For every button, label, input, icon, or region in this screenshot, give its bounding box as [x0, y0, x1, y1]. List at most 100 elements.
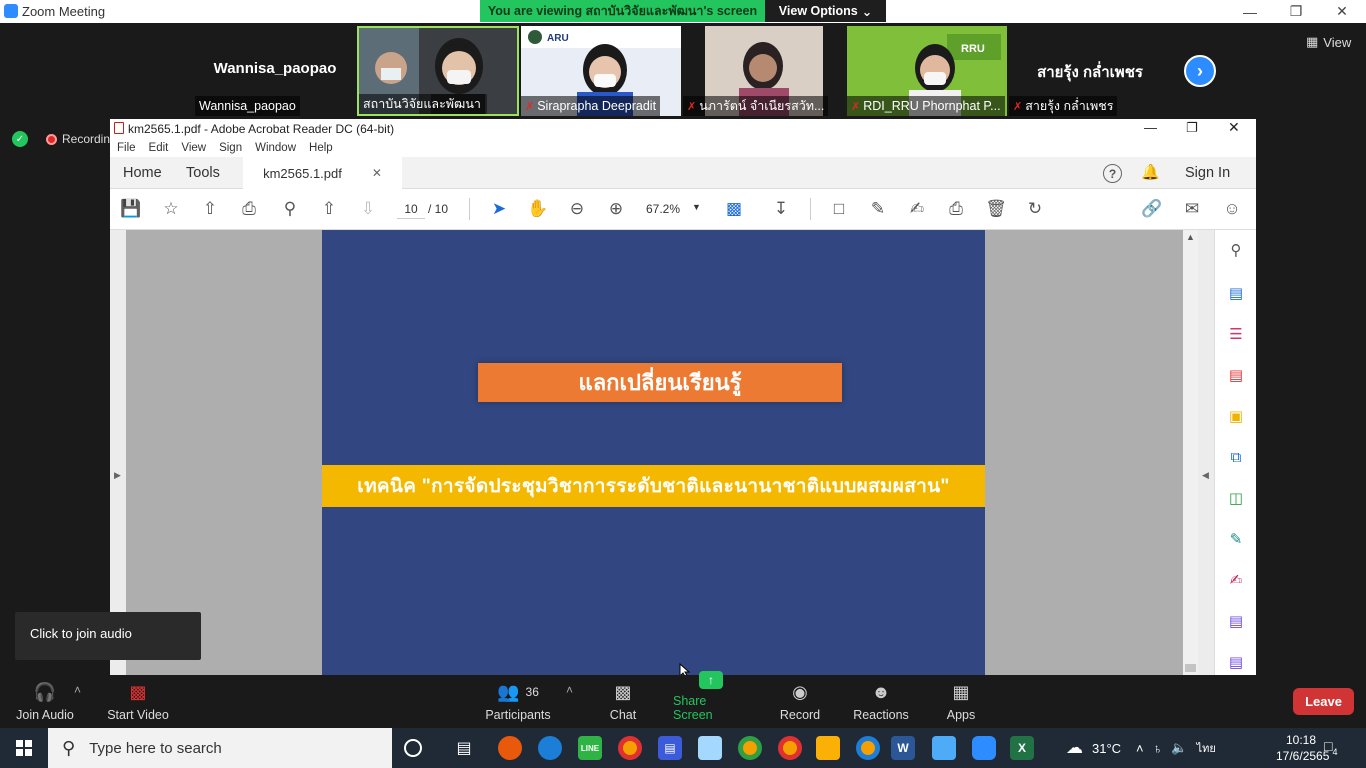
- audio-options-chevron-icon[interactable]: ˄: [74, 683, 81, 697]
- join-audio-button[interactable]: 🎧 Join Audio: [14, 675, 76, 728]
- participant-tile[interactable]: สถาบันวิจัยและพัฒนา: [357, 26, 519, 116]
- scroll-mode-icon[interactable]: ↧: [769, 197, 793, 221]
- comment-panel-icon[interactable]: ▣: [1226, 406, 1246, 426]
- taskbar-search-box[interactable]: ⚲ Type here to search: [48, 728, 392, 768]
- document-icon[interactable]: ▤: [1226, 611, 1246, 631]
- share-screen-button[interactable]: ↑ Share Screen: [673, 671, 749, 728]
- select-cursor-icon[interactable]: ➤: [487, 197, 511, 221]
- vertical-scrollbar[interactable]: ▲: [1183, 230, 1198, 675]
- bell-icon[interactable]: 🔔: [1141, 163, 1160, 181]
- cortana-icon[interactable]: [404, 739, 422, 757]
- zoom-out-icon[interactable]: ⊖: [565, 197, 589, 221]
- scroll-up-icon[interactable]: ▲: [1186, 232, 1195, 242]
- notification-icon[interactable]: □4: [1324, 738, 1337, 757]
- tray-chevron-icon[interactable]: ˄: [1136, 741, 1144, 756]
- store-icon[interactable]: ▤: [658, 736, 682, 760]
- draw-icon[interactable]: ✍: [905, 197, 929, 221]
- weather-temp[interactable]: 31°C: [1092, 741, 1121, 756]
- excel-icon[interactable]: X: [1010, 736, 1034, 760]
- restore-button[interactable]: ❐: [1273, 0, 1319, 23]
- file-explorer-icon[interactable]: [816, 736, 840, 760]
- share-user-icon[interactable]: ☺: [1220, 197, 1244, 221]
- page-down-icon[interactable]: ⇩: [356, 197, 380, 221]
- clock[interactable]: 10:18 17/6/2565: [1276, 732, 1329, 764]
- stamp-icon[interactable]: ⎙: [944, 197, 968, 221]
- menu-help[interactable]: Help: [309, 142, 333, 154]
- firefox-icon[interactable]: [498, 736, 522, 760]
- view-button[interactable]: ▦ View: [1306, 34, 1351, 50]
- delete-icon[interactable]: 🗑: [984, 197, 1008, 221]
- left-panel-rail[interactable]: ▶: [110, 230, 126, 675]
- right-panel-rail[interactable]: ◀: [1198, 230, 1214, 675]
- upload-icon[interactable]: ⇧: [198, 197, 222, 221]
- sign-pen-icon[interactable]: ✍: [1226, 570, 1246, 590]
- restore-button[interactable]: ❐: [1186, 120, 1198, 136]
- chat-button[interactable]: ▩ Chat: [605, 675, 641, 728]
- word-icon[interactable]: W: [891, 736, 915, 760]
- zoom-app-icon[interactable]: [972, 736, 996, 760]
- security-shield-icon[interactable]: ✓: [12, 131, 28, 147]
- create-pdf-icon[interactable]: ▤: [1226, 365, 1246, 385]
- line-app-icon[interactable]: LINE: [578, 736, 602, 760]
- chrome-profile-icon[interactable]: [778, 736, 802, 760]
- join-audio-tooltip[interactable]: Click to join audio: [15, 612, 201, 660]
- page-number-input[interactable]: 10: [397, 199, 425, 219]
- more-tools-icon[interactable]: ▤: [1226, 652, 1246, 672]
- participants-chevron-icon[interactable]: ˄: [566, 683, 573, 697]
- zoom-in-icon[interactable]: ⊕: [604, 197, 628, 221]
- print-icon[interactable]: ⎙: [237, 197, 261, 221]
- minimize-button[interactable]: —: [1227, 0, 1273, 23]
- chrome-profile-icon[interactable]: [856, 736, 880, 760]
- recording-indicator[interactable]: Recordin: [46, 132, 110, 146]
- help-icon[interactable]: ?: [1103, 164, 1122, 183]
- fill-sign-icon[interactable]: ✎: [1226, 529, 1246, 549]
- participant-tile[interactable]: RRU ✗ RDI_RRU Phornphat P...: [847, 26, 1007, 116]
- notes-app-icon[interactable]: [698, 736, 722, 760]
- fit-page-icon[interactable]: ▩: [722, 197, 746, 221]
- menu-file[interactable]: File: [117, 142, 136, 154]
- tab-tools[interactable]: Tools: [186, 157, 220, 189]
- start-video-button[interactable]: ▩ Start Video: [104, 675, 172, 728]
- organize-pages-icon[interactable]: ☰: [1226, 324, 1246, 344]
- highlight-pen-icon[interactable]: ✎: [866, 197, 890, 221]
- language-indicator[interactable]: ไทย: [1197, 739, 1216, 757]
- scroll-thumb[interactable]: [1185, 664, 1196, 672]
- document-area[interactable]: ▶ แลกเปลี่ยนเรียนรู้ เทคนิค "การจัดประชุ…: [110, 230, 1214, 675]
- link-icon[interactable]: 🔗: [1140, 197, 1164, 221]
- volume-icon[interactable]: 🔈: [1171, 740, 1187, 756]
- collapse-right-icon[interactable]: ◀: [1202, 470, 1209, 481]
- find-icon[interactable]: ⚲: [278, 197, 302, 221]
- menu-window[interactable]: Window: [255, 142, 296, 154]
- chrome-profile-icon[interactable]: [738, 736, 762, 760]
- menu-sign[interactable]: Sign: [219, 142, 242, 154]
- export-pdf-icon[interactable]: ▤: [1226, 283, 1246, 303]
- view-options-button[interactable]: View Options ⌄: [765, 0, 886, 22]
- bookmark-star-icon[interactable]: ☆: [159, 197, 183, 221]
- rotate-icon[interactable]: ↻: [1023, 197, 1047, 221]
- apps-button[interactable]: ▦ Apps: [944, 675, 978, 728]
- close-button[interactable]: ✕: [1228, 119, 1240, 136]
- participant-tile[interactable]: Wannisa_paopao Wannisa_paopao: [195, 26, 355, 116]
- close-tab-icon[interactable]: ✕: [372, 166, 382, 180]
- participant-tile[interactable]: ARU ✗ Siraprapha Deepradit: [521, 26, 681, 116]
- participant-tile[interactable]: สายรุ้ง กล่ำเพชร ✗ สายรุ้ง กล่ำเพชร: [1009, 26, 1171, 116]
- combine-files-icon[interactable]: ⧉: [1226, 447, 1246, 467]
- sign-in-button[interactable]: Sign In: [1185, 165, 1230, 181]
- network-icon[interactable]: ♄: [1153, 741, 1163, 756]
- close-button[interactable]: ✕: [1319, 0, 1365, 23]
- start-button[interactable]: [0, 728, 48, 768]
- next-participants-button[interactable]: ›: [1184, 55, 1216, 87]
- chrome-icon[interactable]: [618, 736, 642, 760]
- task-view-icon[interactable]: ▤: [452, 736, 476, 760]
- hand-tool-icon[interactable]: ✋: [526, 197, 550, 221]
- minimize-button[interactable]: —: [1144, 120, 1157, 135]
- participant-tile[interactable]: ✗ นภารัตน์ จำเนียรสวัท...: [683, 26, 845, 116]
- record-button[interactable]: ◉ Record: [778, 675, 822, 728]
- save-icon[interactable]: 💾: [119, 197, 143, 221]
- photos-icon[interactable]: [932, 736, 956, 760]
- cloudy-weather-icon[interactable]: ☁: [1066, 738, 1083, 758]
- tab-document[interactable]: km2565.1.pdf ✕: [243, 157, 402, 189]
- tab-home[interactable]: Home: [123, 157, 162, 189]
- reactions-button[interactable]: ☻ Reactions: [852, 675, 910, 728]
- email-icon[interactable]: ✉: [1180, 197, 1204, 221]
